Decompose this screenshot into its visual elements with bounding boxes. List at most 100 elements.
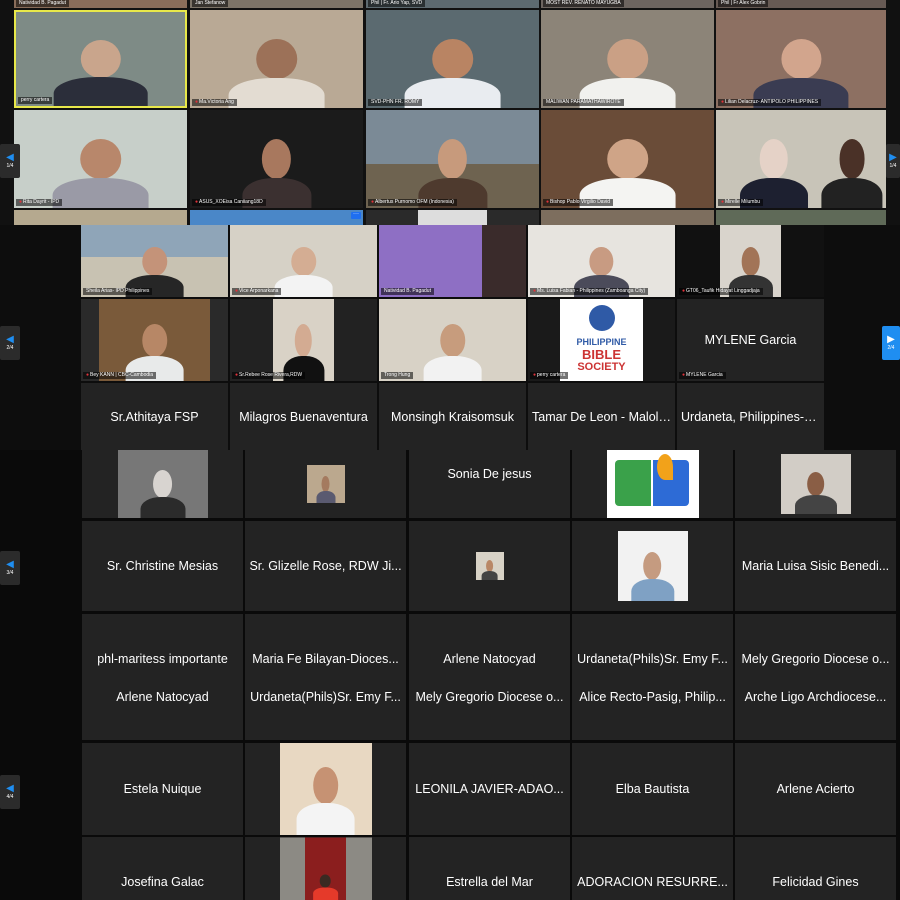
chevron-left-icon: ◀ (6, 151, 14, 163)
gallery-page-2: Sheila Arias- IPD Philippines ●Vice Arpo… (0, 225, 900, 450)
video-tile[interactable]: Natividad B. Pagadut (14, 0, 187, 8)
previous-page-button[interactable]: ◀ 1/4 (0, 144, 20, 178)
name-tile[interactable]: Tamar De Leon - Malolos (528, 383, 675, 450)
video-tile[interactable]: Natividad B. Pagadut (379, 225, 526, 297)
previous-page-button[interactable]: ◀ 2/4 (0, 326, 20, 360)
video-tile[interactable] (245, 743, 406, 835)
video-tile[interactable] (14, 210, 187, 225)
participant-name: ●Albertus Purnomo OFM (Indonesia) (368, 199, 457, 206)
participant-name: ●ASUS_XOEisa Caniiang18D (192, 199, 266, 206)
name-tile[interactable]: Maria Luisa Sisic Benedi... (735, 521, 896, 611)
participant-photo (279, 743, 372, 835)
participant-name: ADORACION RESURRE... (577, 875, 728, 890)
video-tile[interactable]: ●Bey KANN | CBC-Cambodia (81, 299, 228, 381)
name-tile[interactable]: Estela Nuique (82, 743, 243, 835)
name-tile[interactable]: Sr. Glizelle Rose, RDW Ji... (245, 521, 406, 611)
video-tile[interactable]: Phil | Fr Alex Gobrin (716, 0, 886, 8)
more-options-icon[interactable]: ··· (351, 211, 361, 219)
video-tile[interactable] (366, 210, 539, 225)
next-page-button[interactable]: ▶ 1/4 (886, 144, 900, 178)
video-tile[interactable]: ●Mirelle Milumbu (716, 110, 886, 208)
name-tile[interactable]: Mely Gregorio Diocese o... (409, 675, 570, 740)
chevron-left-icon: ◀ (6, 782, 14, 794)
mic-muted-icon: ● (19, 199, 23, 205)
video-tile[interactable]: ●Rita Dayrit - IPD (14, 110, 187, 208)
participant-name: ●MYLENE Garcia (679, 372, 726, 379)
video-tile[interactable] (245, 450, 406, 518)
previous-page-button[interactable]: ◀ 4/4 (0, 775, 20, 809)
video-tile[interactable]: Trong Hung (379, 299, 526, 381)
name-tile[interactable]: Monsingh Kraisomsuk (379, 383, 526, 450)
name-tile[interactable]: LEONILA JAVIER-ADAO... (409, 743, 570, 835)
video-tile[interactable]: ●Ma.Victoria Ang (190, 10, 363, 108)
name-tile[interactable]: Arche Ligo Archdiocese... (735, 675, 896, 740)
participant-video (228, 39, 325, 108)
participant-name: Alice Recto-Pasig, Philip... (579, 690, 726, 705)
video-tile[interactable]: SVD-PHN FR. ROMY (366, 10, 539, 108)
participant-name: Mely Gregorio Diocese o... (415, 690, 564, 705)
name-tile[interactable]: Sr. Christine Mesias (82, 521, 243, 611)
video-tile[interactable]: Jan Stefanow (190, 0, 363, 8)
name-tile[interactable]: MYLENE Garcia ●MYLENE Garcia (677, 299, 824, 381)
video-tile[interactable] (245, 837, 406, 900)
video-tile[interactable] (82, 450, 243, 518)
name-tile[interactable]: Josefina Galac (82, 837, 243, 900)
participant-video (52, 139, 149, 208)
video-tile[interactable]: MALIWAN PARAMATHAWIROTE (541, 10, 714, 108)
mic-muted-icon: ● (86, 372, 90, 378)
video-tile[interactable]: ●Ms. Luisa Fabian - Philippines (Zamboan… (528, 225, 675, 297)
video-tile-active-speaker[interactable]: perry cartera (14, 10, 187, 108)
page-indicator: 2/4 (887, 344, 895, 351)
video-tile[interactable] (716, 210, 886, 225)
video-tile[interactable]: ●Lilian Delacruz- ANTIPOLO PHILIPPINES (716, 10, 886, 108)
name-tile[interactable]: Arlene Acierto (735, 743, 896, 835)
name-tile[interactable]: Estrella del Mar (409, 837, 570, 900)
video-tile[interactable]: ●Albertus Purnomo OFM (Indonesia) (366, 110, 539, 208)
participant-name: Estrella del Mar (446, 875, 533, 890)
name-tile[interactable]: Felicidad Gines (735, 837, 896, 900)
name-tile[interactable]: Urdaneta, Philippines-s.c... (677, 383, 824, 450)
name-tile[interactable]: Urdaneta(Phils)Sr. Emy F... (245, 675, 406, 740)
video-tile[interactable]: PHILIPPINE BIBLE SOCIETY ●perry cartera (528, 299, 675, 381)
name-tile[interactable]: ADORACION RESURRE... (572, 837, 733, 900)
video-tile[interactable]: ●Bishop Pablo Virgilio David (541, 110, 714, 208)
name-tile[interactable]: Mely Gregorio Diocese o... (735, 614, 896, 675)
name-tile[interactable]: Arlene Natocyad (82, 675, 243, 740)
video-tile[interactable]: ●GT06_Taufik Hidayat Linggadjaja (677, 225, 824, 297)
chevron-left-icon: ◀ (6, 558, 14, 570)
name-tile[interactable]: Milagros Buenaventura (230, 383, 377, 450)
video-tile[interactable]: ●ASUS_XOEisa Caniiang18D (190, 110, 363, 208)
mic-muted-icon: ● (533, 372, 537, 378)
gallery-page-1: Natividad B. Pagadut Jan Stefanow Phil |… (0, 0, 900, 225)
page-indicator: 1/4 (6, 162, 14, 169)
next-page-button[interactable]: ▶ 2/4 (882, 326, 900, 360)
name-tile[interactable]: phl-maritess importante (82, 614, 243, 675)
video-tile[interactable] (541, 210, 714, 225)
page-indicator: 2/4 (6, 344, 14, 351)
participant-name: Natividad B. Pagadut (381, 288, 434, 295)
name-tile[interactable]: Maria Fe Bilayan-Dioces... (245, 614, 406, 675)
video-tile[interactable] (735, 450, 896, 518)
previous-page-button[interactable]: ◀ 3/4 (0, 551, 20, 585)
video-tile[interactable]: MOST REV. RENATO MAYUGBA (541, 0, 714, 8)
name-tile[interactable]: Arlene Natocyad (409, 614, 570, 675)
video-tile[interactable] (572, 521, 733, 611)
participant-name: Arche Ligo Archdiocese... (744, 690, 887, 705)
name-tile[interactable]: Elba Bautista (572, 743, 733, 835)
video-tile[interactable]: ●Sr.Rebee Rose Rivera,RDW (230, 299, 377, 381)
video-tile[interactable] (409, 521, 570, 611)
participant-name: Sr. Christine Mesias (106, 559, 219, 573)
video-tile[interactable]: ●Vice Arponarkana (230, 225, 377, 297)
name-tile[interactable]: Sonia De jesus (409, 450, 570, 518)
video-tile[interactable] (572, 450, 733, 518)
video-tile[interactable]: Sheila Arias- IPD Philippines (81, 225, 228, 297)
video-tile[interactable]: Phil | Fr. Ario Yap, SVD (366, 0, 539, 8)
name-tile[interactable]: Alice Recto-Pasig, Philip... (572, 675, 733, 740)
name-tile[interactable]: Sr.Athitaya FSP (81, 383, 228, 450)
participant-name: Sonia De jesus (447, 466, 532, 481)
participant-name: Arlene Natocyad (116, 690, 209, 705)
participant-name: Sr. Glizelle Rose, RDW Ji... (249, 559, 402, 573)
participant-name: Urdaneta(Phils)Sr. Emy F... (577, 652, 728, 667)
video-tile[interactable]: ··· (190, 210, 363, 225)
name-tile[interactable]: Urdaneta(Phils)Sr. Emy F... (572, 614, 733, 675)
